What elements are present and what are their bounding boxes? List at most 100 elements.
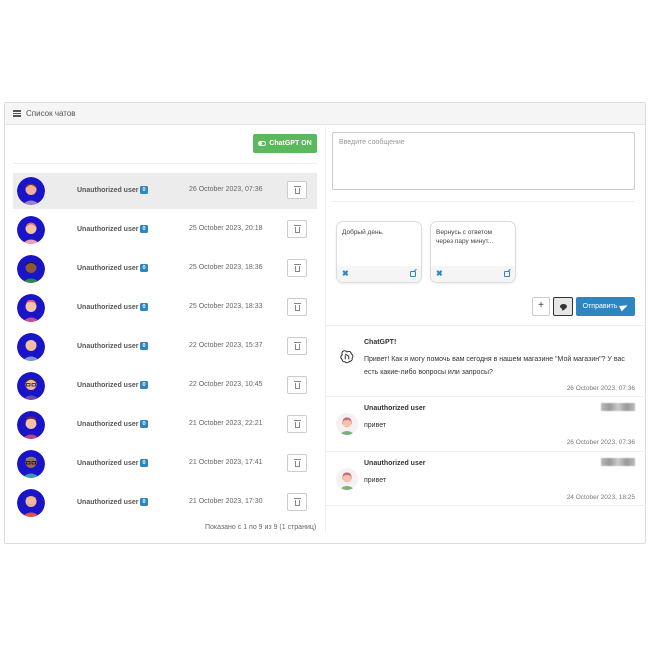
trash-icon [293, 185, 301, 194]
panel-title: Список чатов [26, 109, 76, 118]
message-time: 24 October 2023, 18:25 [566, 494, 635, 501]
chat-username: Unauthorized user 0 [77, 498, 148, 506]
toggle-icon [258, 141, 267, 146]
chat-date: 21 October 2023, 17:30 [189, 498, 263, 505]
chat-message: ChatGPT! Привет! Как я могу помочь вам с… [332, 339, 637, 395]
delete-chat-button[interactable] [287, 220, 307, 238]
delete-chat-button[interactable] [287, 376, 307, 394]
message-author: Unauthorized user [364, 405, 426, 412]
templates-toggle-button[interactable] [553, 297, 573, 316]
comment-icon [559, 304, 567, 309]
chat-row[interactable]: Unauthorized user 0 21 October 2023, 22:2… [13, 407, 317, 443]
avatar [17, 216, 45, 244]
avatar [17, 489, 45, 517]
count-badge: 0 [140, 498, 148, 506]
chat-username: Unauthorized user 0 [77, 264, 148, 272]
add-template-button[interactable]: + [532, 297, 550, 316]
blurred-ip [601, 458, 635, 466]
divider [326, 325, 646, 326]
template-card[interactable]: Добрый день. ✖ [336, 221, 422, 283]
count-badge: 0 [140, 342, 148, 350]
chat-message: Unauthorized user привет 26 October 2023… [332, 403, 637, 449]
chat-row[interactable]: Unauthorized user 0 22 October 2023, 15:3… [13, 329, 317, 365]
template-footer [431, 266, 515, 282]
trash-icon [293, 224, 301, 233]
chat-date: 25 October 2023, 18:33 [189, 303, 263, 310]
template-text: Добрый день. [342, 229, 384, 236]
count-badge: 0 [140, 459, 148, 467]
user-avatar [336, 413, 358, 435]
message-author: ChatGPT! [364, 339, 397, 346]
chat-row[interactable]: Unauthorized user 0 25 October 2023, 18:3… [13, 251, 317, 287]
divider [326, 451, 646, 452]
openai-icon [340, 350, 354, 364]
delete-chat-button[interactable] [287, 259, 307, 277]
trash-icon [293, 497, 301, 506]
avatar [17, 411, 45, 439]
template-footer [337, 266, 421, 282]
message-input[interactable] [332, 132, 635, 190]
column-divider [325, 127, 326, 533]
chat-row[interactable]: Unauthorized user 0 22 October 2023, 10:4… [13, 368, 317, 404]
message-text: привет [364, 422, 387, 429]
chat-date: 22 October 2023, 10:45 [189, 381, 263, 388]
divider [326, 505, 646, 506]
chat-date: 22 October 2023, 15:37 [189, 342, 263, 349]
edit-template-icon[interactable] [410, 271, 416, 277]
template-card[interactable]: Вернусь с ответом через пару минут... ✖ [430, 221, 516, 283]
trash-icon [293, 380, 301, 389]
delete-chat-button[interactable] [287, 493, 307, 511]
send-button-label: Отправить [582, 303, 618, 310]
blurred-ip [601, 403, 635, 411]
chat-date: 26 October 2023, 07:36 [189, 186, 263, 193]
chat-row[interactable]: Unauthorized user 0 25 October 2023, 18:3… [13, 290, 317, 326]
chat-row[interactable]: Unauthorized user 0 26 October 2023, 07:3… [13, 173, 317, 209]
chat-list-panel: Список чатов ChatGPT ON Unauthorized use… [4, 102, 646, 544]
chat-message: Unauthorized user привет 24 October 2023… [332, 458, 637, 504]
count-badge: 0 [140, 186, 148, 194]
delete-chat-button[interactable] [287, 181, 307, 199]
avatar [17, 333, 45, 361]
delete-chat-button[interactable] [287, 337, 307, 355]
chat-date: 21 October 2023, 17:41 [189, 459, 263, 466]
chat-date: 25 October 2023, 18:36 [189, 264, 263, 271]
pagination-info: Показано с 1 по 9 из 9 (1 страниц) [205, 524, 317, 531]
remove-template-icon[interactable]: ✖ [436, 269, 443, 278]
avatar [17, 450, 45, 478]
panel-heading: Список чатов [5, 103, 645, 125]
chatgpt-toggle-button[interactable]: ChatGPT ON [253, 134, 317, 153]
trash-icon [293, 302, 301, 311]
trash-icon [293, 341, 301, 350]
chat-username: Unauthorized user 0 [77, 303, 148, 311]
edit-template-icon[interactable] [504, 271, 510, 277]
message-time: 26 October 2023, 07:36 [566, 439, 635, 446]
message-text: привет [364, 477, 387, 484]
trash-icon [293, 419, 301, 428]
chat-username: Unauthorized user 0 [77, 186, 148, 194]
trash-icon [293, 458, 301, 467]
chat-row[interactable]: Unauthorized user 0 25 October 2023, 20:1… [13, 212, 317, 248]
avatar [17, 372, 45, 400]
message-text: Привет! Как я могу помочь вам сегодня в … [364, 356, 625, 376]
chatgpt-toggle-label: ChatGPT ON [269, 140, 312, 147]
count-badge: 0 [140, 303, 148, 311]
delete-chat-button[interactable] [287, 298, 307, 316]
divider [326, 396, 646, 397]
remove-template-icon[interactable]: ✖ [342, 269, 349, 278]
divider [332, 201, 635, 202]
count-badge: 0 [140, 420, 148, 428]
chat-row[interactable]: Unauthorized user 0 21 October 2023, 17:3… [13, 485, 317, 521]
message-time: 26 October 2023, 07:36 [566, 385, 635, 392]
chat-row[interactable]: Unauthorized user 0 21 October 2023, 17:4… [13, 446, 317, 482]
delete-chat-button[interactable] [287, 454, 307, 472]
chat-username: Unauthorized user 0 [77, 225, 148, 233]
delete-chat-button[interactable] [287, 415, 307, 433]
user-avatar [336, 468, 358, 490]
count-badge: 0 [140, 264, 148, 272]
send-button[interactable]: Отправить [576, 297, 635, 316]
chat-username: Unauthorized user 0 [77, 342, 148, 350]
template-text: Вернусь с ответом через пару минут... [436, 229, 494, 245]
avatar [17, 255, 45, 283]
avatar [17, 294, 45, 322]
message-author: Unauthorized user [364, 460, 426, 467]
